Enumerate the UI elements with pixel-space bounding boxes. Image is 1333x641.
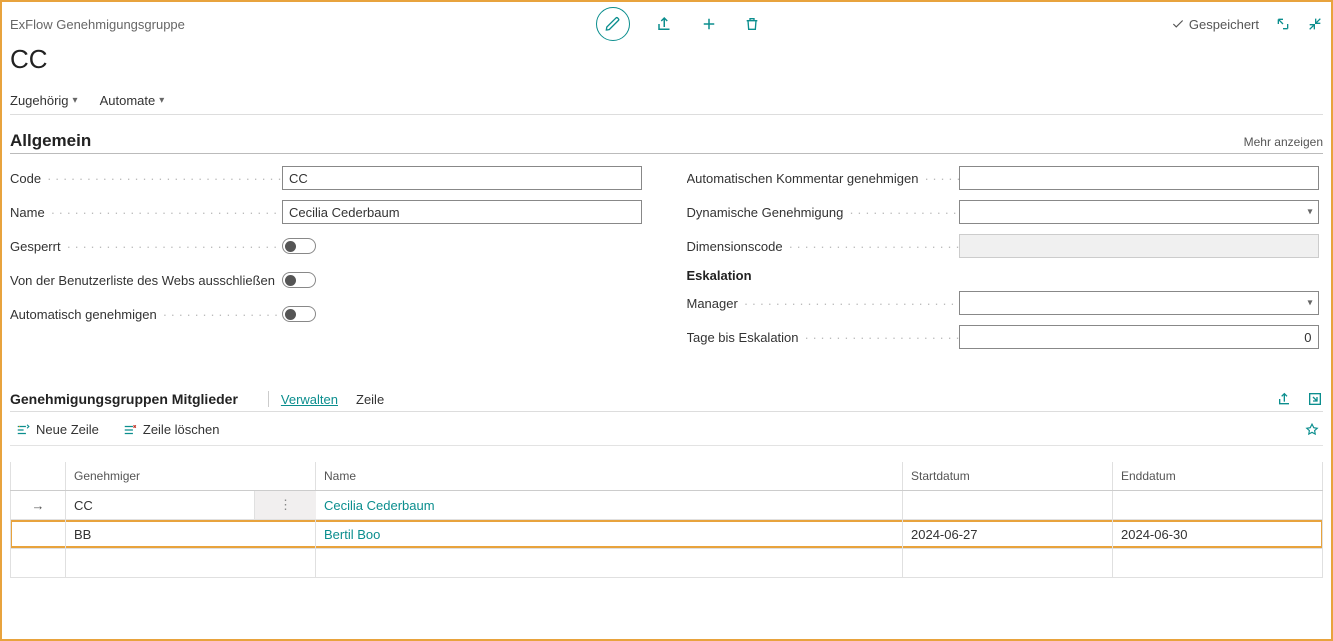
share-icon [1277,391,1293,407]
label-blocked: Gesperrt [10,239,282,254]
delete-line-button[interactable]: Zeile löschen [123,422,220,437]
check-icon [1171,17,1185,31]
manage-link[interactable]: Verwalten [281,392,338,407]
trash-icon [744,15,760,33]
new-line-button[interactable]: Neue Zeile [16,422,99,437]
saved-label: Gespeichert [1189,17,1259,32]
approver-dropdown-handle[interactable]: ⋮ [254,491,316,519]
breadcrumb: ExFlow Genehmigungsgruppe [10,17,185,32]
cell-approver-value: CC [74,498,93,513]
code-input[interactable] [282,166,642,190]
delete-line-icon [123,423,137,437]
cell-start[interactable] [903,491,1113,519]
name-input[interactable] [282,200,642,224]
manager-select[interactable] [959,291,1319,315]
collapse-icon [1307,16,1323,32]
delete-line-label: Zeile löschen [143,422,220,437]
days-escalation-input[interactable] [959,325,1319,349]
popout-button[interactable] [1275,16,1291,32]
label-days-escalation: Tage bis Eskalation [687,330,959,345]
nav-automate-label: Automate [100,93,156,108]
label-dim-code: Dimensionscode [687,239,959,254]
section-general-title: Allgemein [10,131,91,151]
cell-name[interactable]: Bertil Boo [316,520,903,548]
members-share-button[interactable] [1277,391,1293,407]
edit-button[interactable] [596,7,630,41]
cell-end[interactable] [1113,491,1323,519]
label-name: Name [10,205,282,220]
pin-button[interactable] [1305,423,1319,437]
chevron-down-icon: ▾ [73,95,78,106]
popout-icon [1275,16,1291,32]
table-row-empty[interactable] [10,549,1323,578]
label-dyn-approval: Dynamische Genehmigung [687,205,959,220]
chevron-down-icon: ▾ [159,95,164,106]
nav-automate[interactable]: Automate ▾ [100,93,165,108]
new-line-label: Neue Zeile [36,422,99,437]
label-auto-approve: Automatisch genehmigen [10,307,282,322]
expand-icon [1307,391,1323,407]
blocked-toggle[interactable] [282,238,316,254]
line-link[interactable]: Zeile [356,392,384,407]
dyn-approval-select[interactable] [959,200,1319,224]
members-title: Genehmigungsgruppen Mitglieder [10,391,238,407]
pin-icon [1305,423,1319,437]
col-select [10,462,66,490]
col-approver[interactable]: Genehmiger [66,462,316,490]
saved-indicator: Gespeichert [1171,17,1259,32]
plus-icon [700,15,718,33]
new-button[interactable] [700,15,718,33]
show-more-link[interactable]: Mehr anzeigen [1244,135,1323,149]
row-selector[interactable]: → [10,491,66,519]
cell-approver-value: BB [74,527,91,542]
pencil-icon [605,16,621,32]
share-button[interactable] [656,15,674,33]
members-expand-button[interactable] [1307,391,1323,407]
nav-related[interactable]: Zugehörig ▾ [10,93,78,108]
escalation-subhead: Eskalation [687,268,1324,283]
nav-related-label: Zugehörig [10,93,69,108]
table-row[interactable]: BB Bertil Boo 2024-06-27 2024-06-30 [10,520,1323,549]
cell-end[interactable]: 2024-06-30 [1113,520,1323,548]
auto-approve-toggle[interactable] [282,306,316,322]
page-title: CC [10,44,1323,75]
label-code: Code [10,171,282,186]
label-manager: Manager [687,296,959,311]
col-name[interactable]: Name [316,462,903,490]
collapse-button[interactable] [1307,16,1323,32]
cell-approver[interactable]: BB [66,520,316,548]
cell-start[interactable]: 2024-06-27 [903,520,1113,548]
dim-code-input [959,234,1319,258]
col-end[interactable]: Enddatum [1113,462,1323,490]
cell-approver[interactable]: CC ⋮ [66,491,316,519]
row-selector[interactable] [10,520,66,548]
delete-button[interactable] [744,15,760,33]
label-exclude-web: Von der Benutzerliste des Webs ausschlie… [10,273,282,288]
exclude-web-toggle[interactable] [282,272,316,288]
share-icon [656,15,674,33]
auto-comment-input[interactable] [959,166,1319,190]
col-start[interactable]: Startdatum [903,462,1113,490]
label-auto-comment: Automatischen Kommentar genehmigen [687,171,959,186]
new-line-icon [16,423,30,437]
cell-name[interactable]: Cecilia Cederbaum [316,491,903,519]
table-row[interactable]: → CC ⋮ Cecilia Cederbaum [10,491,1323,520]
